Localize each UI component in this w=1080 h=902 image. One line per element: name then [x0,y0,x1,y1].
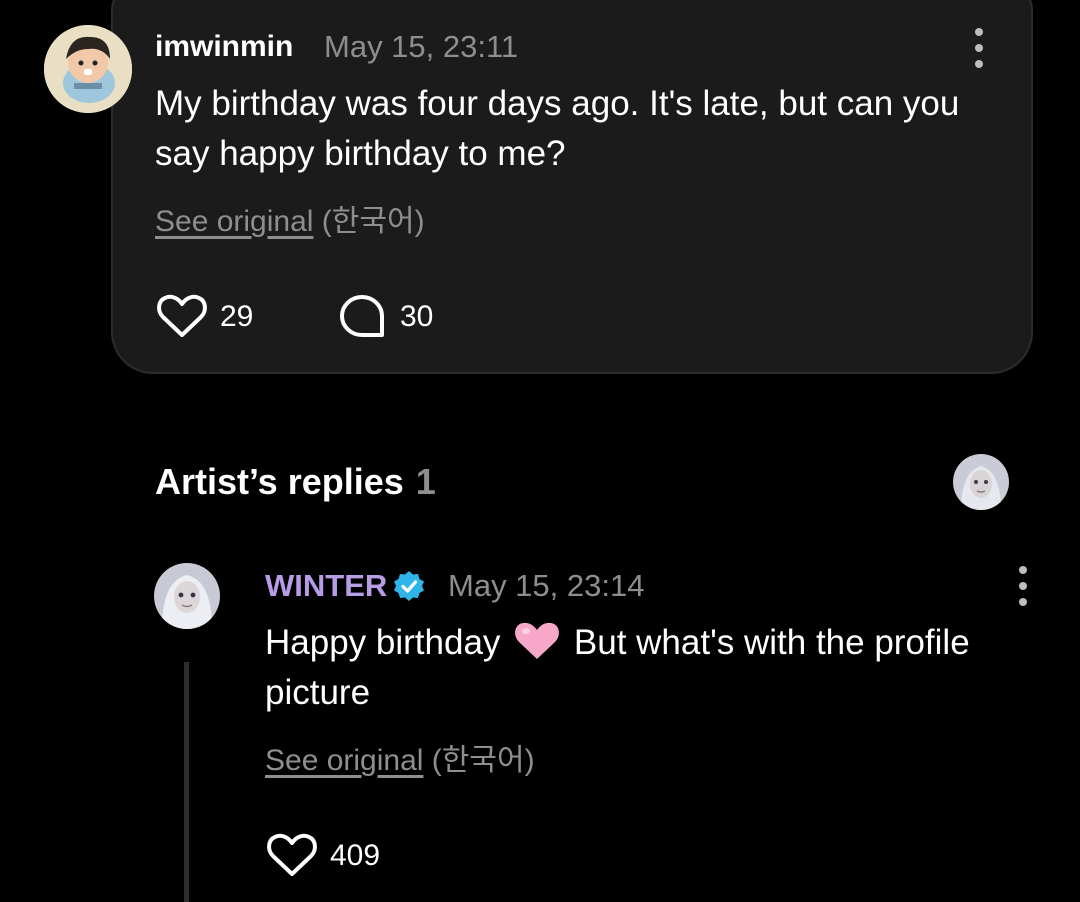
reply-like-count: 409 [330,839,381,872]
comment-text: My birthday was four days ago. It's late… [155,84,960,173]
commenter-avatar[interactable] [44,25,132,113]
artist-avatar-icon [953,454,1009,510]
reply-avatar[interactable] [154,563,220,629]
heart-icon [157,294,207,337]
reply-username[interactable]: WINTER [265,568,387,604]
reply-see-original-link[interactable]: See original [265,744,423,777]
artist-replies-title: Artist’s replies [155,461,404,502]
comment-like-button[interactable]: 29 [156,291,266,341]
reply-language: (한국어) [431,744,535,777]
reply-thread-line [184,662,189,902]
baby-avatar-icon [44,25,132,113]
pink-heart-emoji-icon [515,622,560,659]
reply-text: Happy birthday But what's with the profi… [265,618,1045,718]
comment-username[interactable]: imwinmin [155,29,293,65]
comment-like-count: 29 [220,300,254,333]
reply-bubble-icon [340,295,384,337]
comment-see-original: See original (한국어) [155,204,425,240]
comment-reply-count: 30 [400,300,434,333]
reply-text-before-emoji: Happy birthday [265,623,501,662]
comment-reply-button[interactable]: 30 [338,293,448,343]
verified-badge-icon [394,571,424,601]
artist-avatar-icon [154,563,220,629]
reply-more-icon[interactable] [1015,566,1031,606]
reply-like-button[interactable]: 409 [266,830,396,880]
comment-timestamp: May 15, 23:11 [324,29,519,64]
artist-replies-avatar[interactable] [953,454,1009,510]
artist-replies-header: Artist’s replies 1 [155,460,436,504]
reply-timestamp: May 15, 23:14 [448,568,645,603]
comment-more-icon[interactable] [971,28,987,68]
comment-see-original-link[interactable]: See original [155,205,313,238]
artist-replies-count: 1 [415,461,436,502]
heart-icon [267,833,317,876]
comment-language: (한국어) [321,205,425,238]
reply-see-original: See original (한국어) [265,743,535,779]
